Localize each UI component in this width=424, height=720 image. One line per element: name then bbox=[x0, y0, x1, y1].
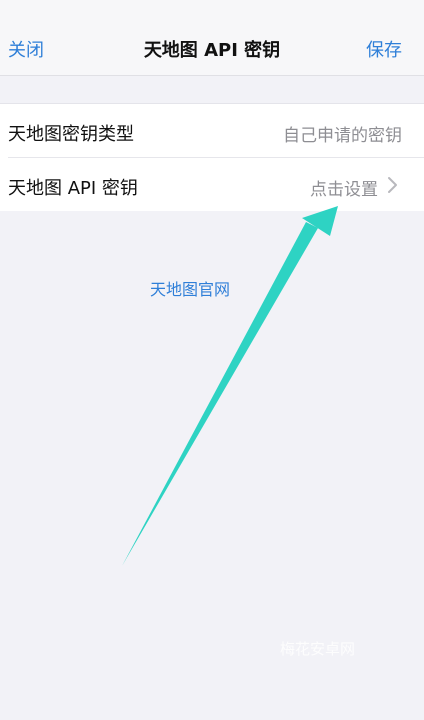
arrow-shaft bbox=[122, 222, 318, 566]
annotation-arrow bbox=[122, 206, 338, 566]
screen: 关闭 天地图 API 密钥 保存 天地图密钥类型 自己申请的密钥 天地图 API… bbox=[0, 0, 424, 720]
watermark: 梅花安卓网 bbox=[280, 640, 356, 658]
